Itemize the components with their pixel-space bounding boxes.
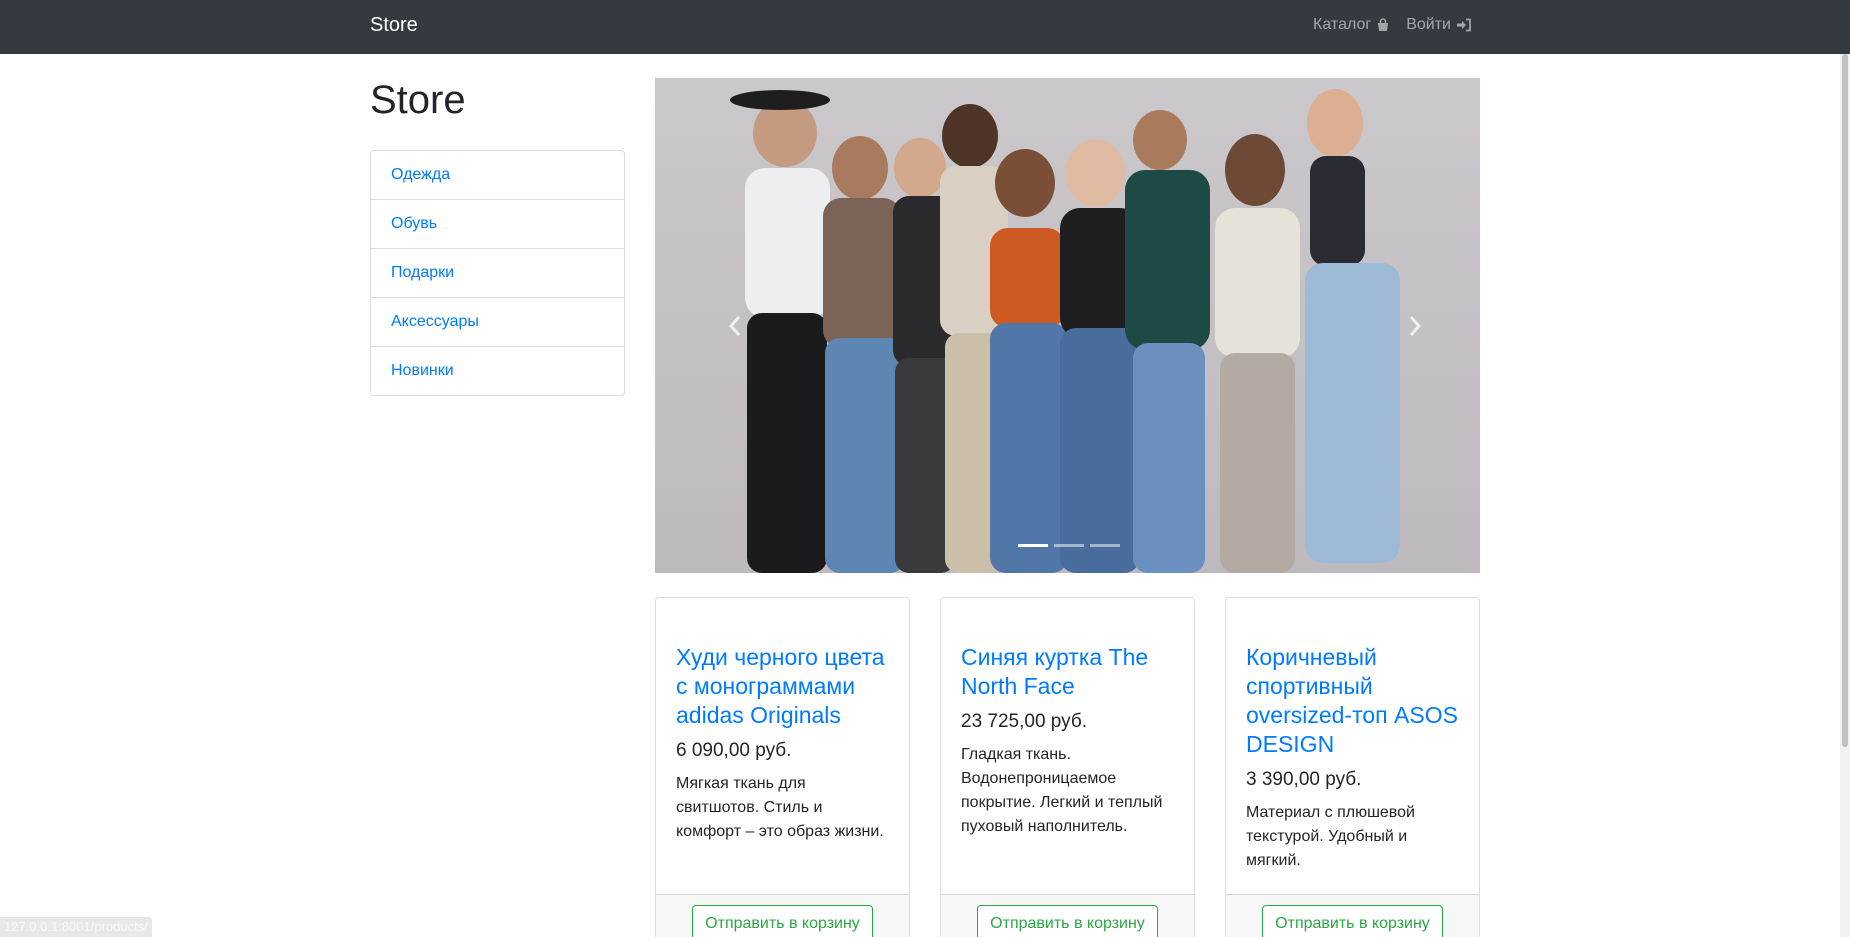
catalog-link[interactable]: Каталог: [1313, 16, 1390, 34]
product-card: Худи черного цвета с монограммами adidas…: [655, 597, 910, 937]
carousel-prev-button[interactable]: [715, 306, 755, 346]
product-title[interactable]: Худи черного цвета с монограммами adidas…: [676, 643, 889, 730]
product-title[interactable]: Коричневый спортивный oversized-топ ASOS…: [1246, 643, 1459, 759]
add-to-cart-button[interactable]: Отправить в корзину: [977, 905, 1158, 937]
category-item-accessories[interactable]: Аксессуары: [371, 298, 624, 347]
product-card-body: Синяя куртка The North Face 23 725,00 ру…: [941, 598, 1194, 839]
catalog-label: Каталог: [1313, 16, 1372, 33]
carousel-indicator-1[interactable]: [1018, 544, 1048, 547]
product-description: Материал с плюшевой текстурой. Удобный и…: [1246, 804, 1415, 869]
navbar-links: Каталог Войти: [1313, 16, 1472, 34]
product-price: 6 090,00 руб.: [676, 740, 792, 761]
product-card-footer: Отправить в корзину: [656, 894, 909, 937]
top-navbar: Store Каталог Войти: [0, 0, 1850, 54]
chevron-right-icon: [1409, 316, 1422, 336]
carousel-indicators: [1018, 544, 1120, 547]
product-card: Синяя куртка The North Face 23 725,00 ру…: [940, 597, 1195, 937]
category-item-new[interactable]: Новинки: [371, 347, 624, 395]
product-card-footer: Отправить в корзину: [941, 894, 1194, 937]
category-item-gifts[interactable]: Подарки: [371, 249, 624, 298]
login-label: Войти: [1406, 16, 1451, 33]
product-card-footer: Отправить в корзину: [1226, 894, 1479, 937]
sign-in-icon: [1457, 18, 1471, 32]
carousel-indicator-3[interactable]: [1090, 544, 1120, 547]
scrollbar-thumb[interactable]: [1842, 54, 1848, 747]
product-price: 3 390,00 руб.: [1246, 769, 1362, 790]
carousel-slide-image: [655, 78, 1480, 573]
category-item-shoes[interactable]: Обувь: [371, 200, 624, 249]
product-description: Гладкая ткань. Водонепроницаемое покрыти…: [961, 746, 1163, 835]
status-bar-url: 127.0.0.1:8001/products/: [0, 917, 152, 937]
product-title[interactable]: Синяя куртка The North Face: [961, 643, 1174, 701]
shopping-bag-icon: [1378, 18, 1389, 31]
product-card: Коричневый спортивный oversized-топ ASOS…: [1225, 597, 1480, 937]
product-card-body: Коричневый спортивный oversized-топ ASOS…: [1226, 598, 1479, 873]
add-to-cart-button[interactable]: Отправить в корзину: [1262, 905, 1443, 937]
product-description: Мягкая ткань для свитшотов. Стиль и комф…: [676, 775, 884, 840]
category-list: Одежда Обувь Подарки Аксессуары Новинки: [370, 150, 625, 396]
product-price: 23 725,00 руб.: [961, 711, 1088, 732]
login-link[interactable]: Войти: [1406, 16, 1472, 34]
hero-carousel: [655, 78, 1480, 573]
carousel-indicator-2[interactable]: [1054, 544, 1084, 547]
chevron-left-icon: [728, 316, 741, 336]
page-scrollbar[interactable]: [1840, 54, 1850, 937]
carousel-next-button[interactable]: [1395, 306, 1435, 346]
navbar-brand[interactable]: Store: [370, 14, 418, 37]
product-card-body: Худи черного цвета с монограммами adidas…: [656, 598, 909, 844]
add-to-cart-button[interactable]: Отправить в корзину: [692, 905, 873, 937]
page-title: Store: [370, 78, 466, 122]
category-item-clothing[interactable]: Одежда: [371, 151, 624, 200]
